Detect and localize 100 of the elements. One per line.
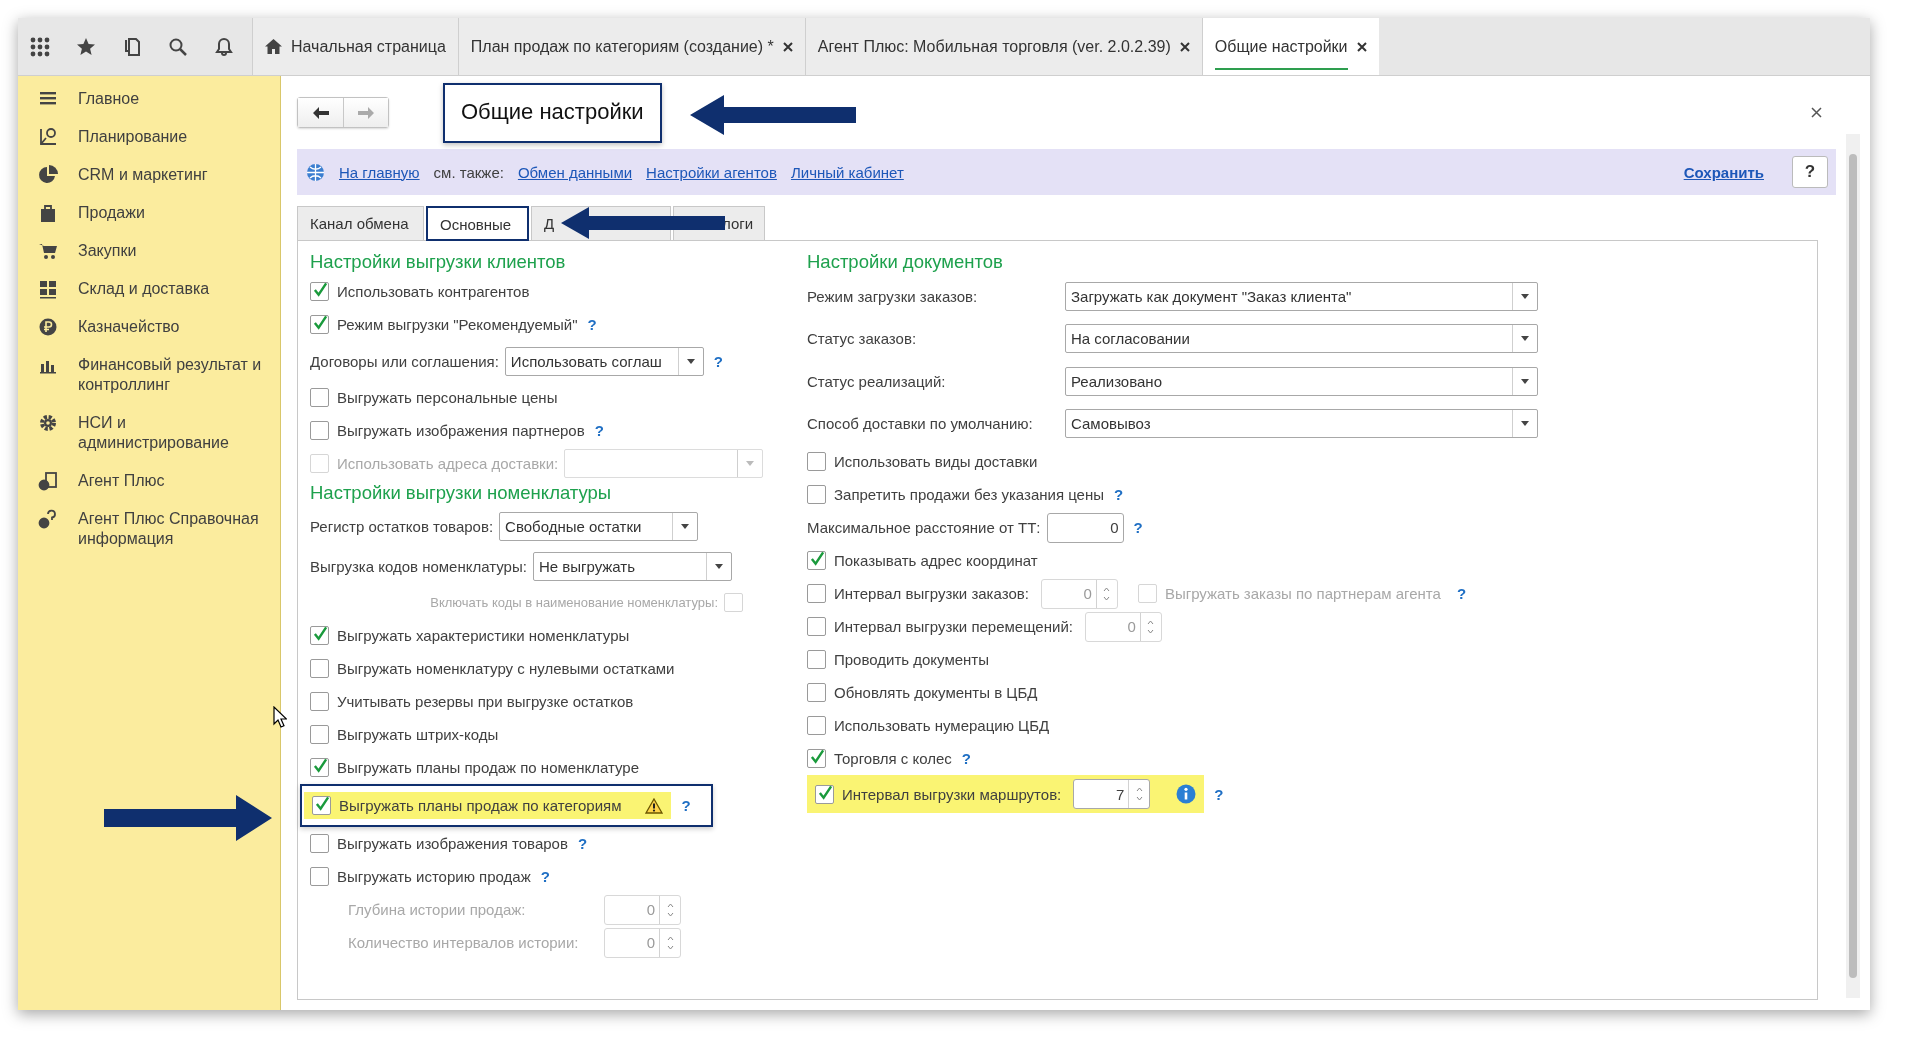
checkbox[interactable]	[807, 551, 826, 570]
checkbox[interactable]	[310, 282, 329, 301]
checkbox[interactable]	[310, 388, 329, 407]
checkbox[interactable]	[310, 315, 329, 334]
checkbox[interactable]	[310, 626, 329, 645]
related-link[interactable]: Обмен данными	[517, 163, 633, 181]
help-link[interactable]: ?	[577, 835, 588, 852]
field-label: Включать коды в наименование номенклатуры:	[430, 595, 718, 610]
checkbox[interactable]	[807, 452, 826, 471]
checkbox[interactable]	[815, 784, 834, 804]
dropdown-field[interactable]	[564, 449, 764, 478]
sidebar-item[interactable]: НСИ и администрирование	[18, 404, 280, 462]
close-icon[interactable]	[1179, 41, 1190, 52]
close-icon[interactable]	[1811, 107, 1822, 118]
help-link[interactable]: ?	[540, 868, 550, 885]
checkbox[interactable]	[310, 834, 329, 853]
help-link[interactable]: ?	[961, 750, 971, 767]
checkbox-label: Выгружать историю продаж	[337, 868, 531, 885]
checkbox-label: Выгружать изображения партнеров	[337, 422, 585, 439]
checkbox[interactable]	[310, 725, 329, 744]
globe-icon	[306, 162, 325, 182]
dropdown-field[interactable]: Свободные остатки	[499, 511, 699, 541]
checkbox[interactable]	[807, 716, 826, 735]
checkbox[interactable]	[310, 421, 329, 440]
back-button[interactable]	[298, 98, 343, 127]
dropdown-field[interactable]: Не выгружать	[532, 551, 732, 581]
checkbox[interactable]	[312, 796, 331, 815]
device-icon	[38, 471, 58, 491]
number-field[interactable]: 7	[1073, 779, 1151, 809]
scrollbar[interactable]	[1846, 134, 1860, 998]
sidebar-item[interactable]: Продажи	[18, 194, 280, 232]
sidebar-item[interactable]: Финансовый результат и контроллинг	[18, 346, 280, 404]
checkbox-label: Использовать адреса доставки:	[337, 455, 559, 472]
sidebar-item[interactable]: CRM и маркетинг	[18, 156, 280, 194]
sidebar-item[interactable]: Казначейство	[18, 308, 280, 346]
sidebar-item[interactable]: Агент Плюс Справочная информация	[18, 500, 280, 558]
related-link[interactable]: Настройки агентов	[646, 163, 777, 181]
sidebar-item[interactable]: Закупки	[18, 232, 280, 270]
sidebar-item[interactable]: Планирование	[18, 118, 280, 156]
checkbox-label: Проводить документы	[834, 651, 989, 668]
close-icon[interactable]	[782, 41, 793, 52]
checkbox[interactable]	[807, 650, 826, 669]
open-tab[interactable]: Агент Плюс: Мобильная торговля (ver. 2.0.2.39)	[804, 18, 1202, 75]
device-question-icon	[38, 509, 58, 529]
dropdown-field[interactable]: На согласовании	[1065, 324, 1538, 354]
help-link[interactable]: ?	[1214, 785, 1224, 803]
open-tab[interactable]: Начальная страница	[252, 18, 458, 75]
sidebar-item[interactable]: Агент Плюс	[18, 462, 280, 500]
checkbox-label: Интервал выгрузки заказов:	[834, 585, 1029, 602]
open-tab[interactable]: Общие настройки	[1201, 18, 1379, 75]
checkbox[interactable]	[807, 485, 826, 504]
help-link[interactable]: ?	[713, 352, 723, 370]
save-link[interactable]: Сохранить	[1683, 163, 1764, 181]
form-tab[interactable]: Основные	[426, 206, 529, 241]
form-tab[interactable]: Канал обмена	[297, 206, 424, 240]
apps-icon[interactable]	[30, 36, 50, 57]
dropdown-field[interactable]: Реализовано	[1065, 366, 1538, 396]
open-tab[interactable]: План продаж по категориям (создание) *	[457, 18, 805, 75]
search-icon[interactable]	[168, 36, 188, 57]
checkbox-label: Выгружать изображения товаров	[337, 835, 568, 852]
related-link[interactable]: Личный кабинет	[790, 163, 904, 181]
checkbox-label: Использовать контрагентов	[337, 283, 530, 300]
ruble-coin-icon	[38, 317, 58, 337]
dropdown-caret-icon	[686, 358, 695, 364]
checkbox[interactable]	[310, 659, 329, 678]
help-button[interactable]: ?	[1792, 156, 1828, 188]
mouse-cursor-icon	[273, 706, 287, 728]
cart-icon	[38, 241, 58, 261]
checkbox[interactable]	[807, 749, 826, 768]
close-icon[interactable]	[1356, 41, 1367, 52]
star-icon[interactable]	[76, 36, 96, 57]
help-link[interactable]: ?	[681, 797, 691, 814]
help-link[interactable]: ?	[1114, 486, 1124, 503]
dropdown-field[interactable]: Загружать как документ "Заказ клиента"	[1065, 281, 1538, 311]
help-link[interactable]: ?	[1133, 519, 1143, 536]
dropdown-caret-icon	[1521, 378, 1529, 384]
checkbox[interactable]	[310, 867, 329, 886]
dropdown-field[interactable]: Использовать соглаш	[504, 346, 704, 376]
history-icon[interactable]	[122, 36, 142, 57]
sidebar-item[interactable]: Склад и доставка	[18, 270, 280, 308]
checkbox[interactable]	[807, 683, 826, 702]
dropdown-caret-icon	[714, 563, 723, 569]
number-field[interactable]: 0	[1046, 512, 1124, 543]
checkbox-label: Показывать адрес координат	[834, 552, 1038, 569]
help-link[interactable]: ?	[594, 422, 604, 439]
chart-axes-icon	[38, 127, 58, 147]
help-link[interactable]: ?	[587, 316, 597, 333]
field-label: Режим загрузки заказов:	[807, 287, 979, 305]
grid-icon	[38, 279, 58, 299]
dropdown-field[interactable]: Самовывоз	[1065, 409, 1538, 439]
checkbox[interactable]	[310, 692, 329, 711]
checkbox[interactable]	[310, 758, 329, 777]
bell-icon[interactable]	[214, 36, 234, 57]
sidebar-item[interactable]: Главное	[18, 80, 280, 118]
checkbox-label: Интервал выгрузки перемещений:	[834, 618, 1073, 635]
checkbox-label: Выгружать номенклатуру с нулевыми остатками	[337, 660, 675, 677]
checkbox-label: Выгружать планы продаж по категориям	[339, 797, 622, 814]
field-label: Выгрузка кодов номенклатуры:	[310, 557, 527, 575]
checkbox-label: Запретить продажи без указания цены	[834, 486, 1104, 503]
home-link[interactable]: На главную	[339, 163, 420, 181]
